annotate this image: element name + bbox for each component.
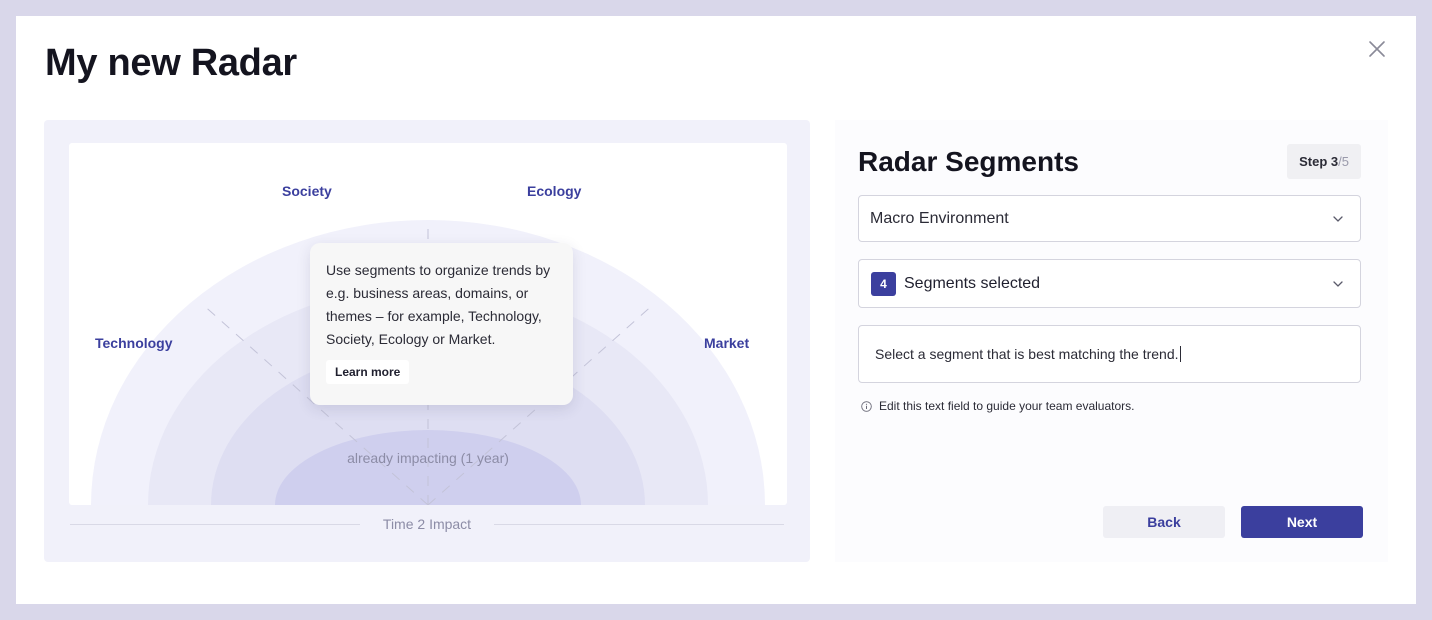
step-total: /5 (1338, 154, 1349, 169)
chevron-down-icon (1333, 280, 1343, 287)
radar-preview: Society Ecology Technology Market alread… (44, 120, 810, 562)
ring-label: already impacting (1 year) (347, 450, 509, 466)
template-select[interactable]: Macro Environment (858, 195, 1361, 242)
template-select-value: Macro Environment (870, 210, 1009, 227)
create-radar-modal: My new Radar Society Ecology Technology (16, 16, 1416, 604)
segments-panel: Radar Segments Step 3/5 Macro Environmen… (835, 120, 1388, 562)
close-icon[interactable] (1366, 38, 1388, 60)
hint-text: Edit this text field to guide your team … (879, 399, 1135, 413)
learn-more-button[interactable]: Learn more (326, 360, 410, 384)
segment-description-text: Select a segment that is best matching t… (875, 346, 1179, 362)
next-button[interactable]: Next (1241, 506, 1363, 538)
text-caret (1179, 346, 1181, 362)
segments-select[interactable]: 4 Segments selected (858, 259, 1361, 308)
tooltip-text: Use segments to organize trends by e.g. … (326, 262, 551, 347)
field-hint: Edit this text field to guide your team … (861, 399, 1134, 413)
segments-select-value: Segments selected (904, 275, 1041, 292)
segments-count-badge: 4 (871, 272, 896, 296)
chevron-down-icon (1333, 215, 1343, 222)
info-icon (861, 400, 872, 412)
step-indicator: Step 3/5 (1287, 144, 1361, 179)
segment-label-market: Market (704, 335, 750, 351)
modal-title: My new Radar (45, 42, 297, 84)
radar-chart: Society Ecology Technology Market alread… (69, 143, 787, 505)
segments-tooltip: Use segments to organize trends by e.g. … (310, 243, 573, 405)
segment-label-technology: Technology (95, 335, 173, 351)
segment-label-ecology: Ecology (527, 183, 582, 199)
segment-label-society: Society (282, 183, 332, 199)
axis-label: Time 2 Impact (382, 516, 472, 532)
step-current: Step 3 (1299, 154, 1339, 169)
panel-title: Radar Segments (858, 146, 1079, 177)
back-button[interactable]: Back (1103, 506, 1225, 538)
segment-description-field[interactable]: Select a segment that is best matching t… (858, 325, 1361, 383)
